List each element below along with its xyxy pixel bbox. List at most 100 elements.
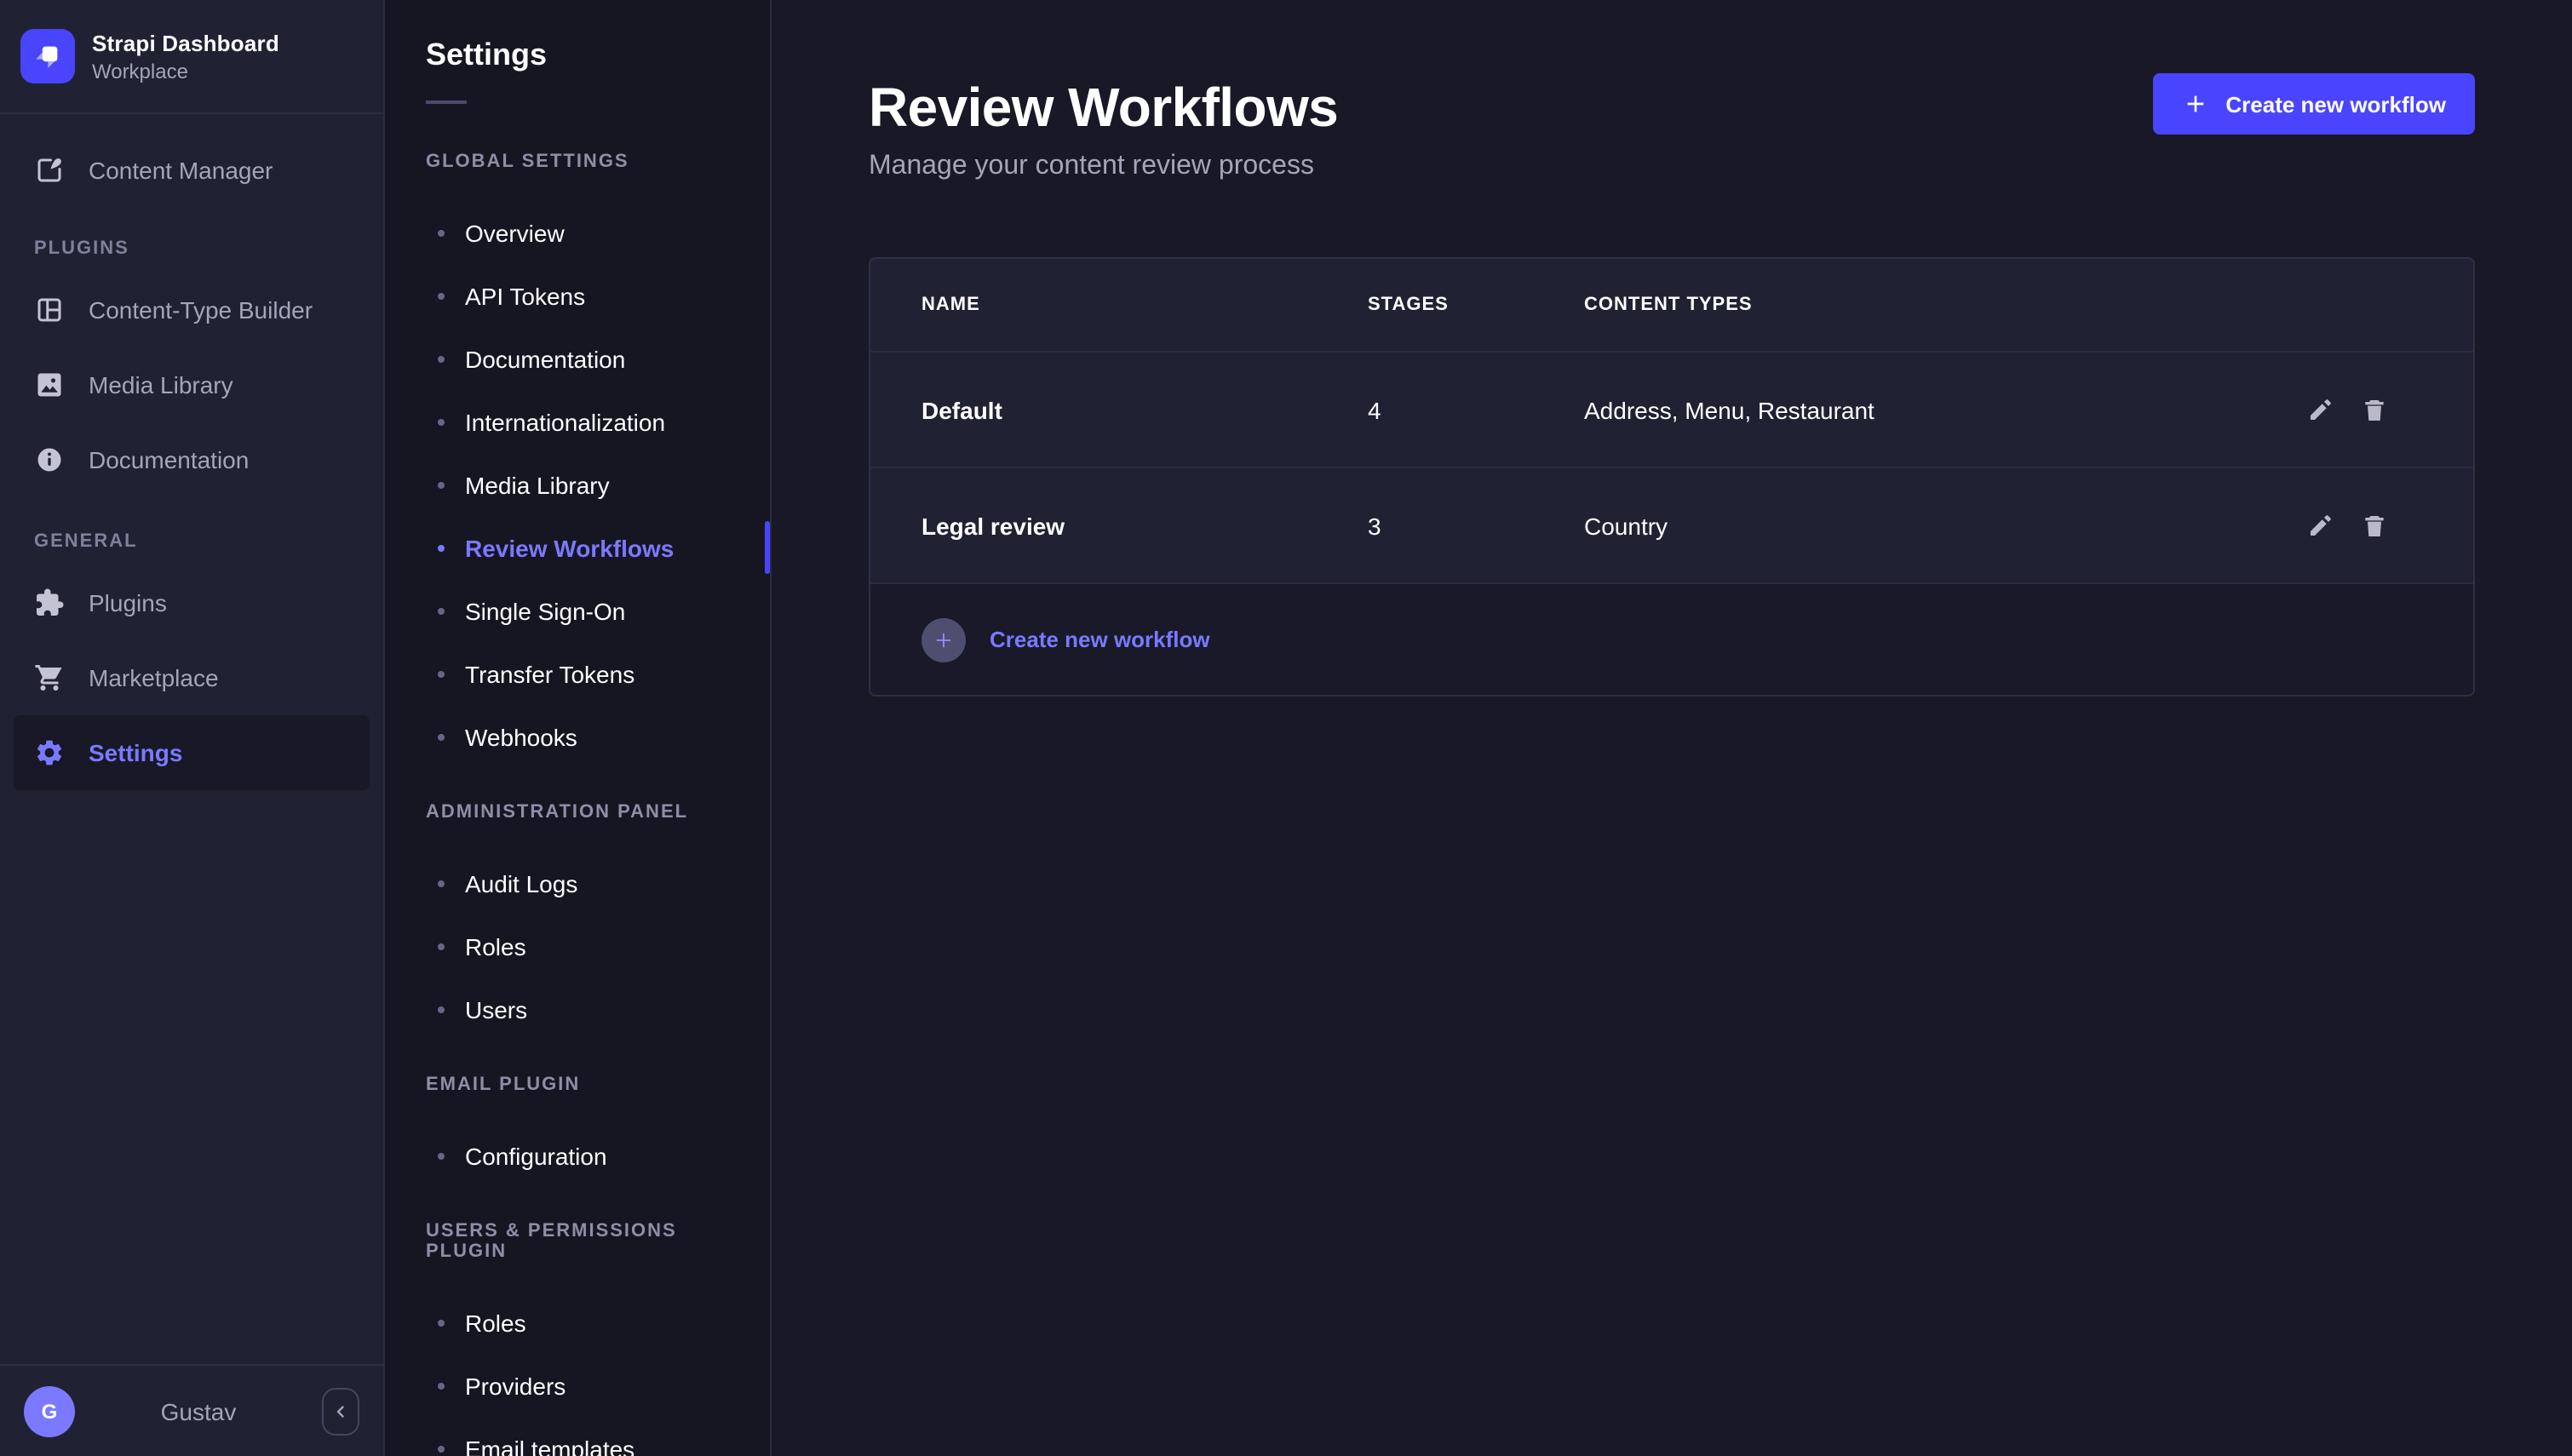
subnav-section-users-permissions-plugin: USERS & PERMISSIONS PLUGIN [385, 1221, 770, 1262]
bullet-icon [438, 1445, 445, 1452]
sidebar-item-settings[interactable]: Settings [14, 715, 370, 790]
bullet-icon [438, 607, 445, 614]
subnav-item-roles[interactable]: Roles [385, 914, 770, 977]
subnav-item-up-roles[interactable]: Roles [385, 1291, 770, 1354]
workflow-stages: 4 [1368, 396, 1584, 423]
collapse-sidebar-button[interactable] [322, 1387, 359, 1435]
main-content: Review Workflows Manage your content rev… [772, 0, 2572, 1456]
puzzle-icon [34, 588, 65, 618]
brand-subtitle: Workplace [92, 59, 279, 83]
table-row[interactable]: Legal review 3 Country [870, 467, 2473, 582]
pencil-icon [2306, 512, 2334, 539]
subnav-item-email-templates[interactable]: Email templates [385, 1417, 770, 1456]
sidebar-item-label: Marketplace [89, 664, 219, 691]
bullet-icon [438, 670, 445, 677]
bullet-icon [438, 292, 445, 299]
workflows-table: NAME STAGES CONTENT TYPES Default 4 Addr… [869, 257, 2475, 696]
strapi-logo-icon [20, 29, 75, 83]
subnav-item-media-library[interactable]: Media Library [385, 453, 770, 516]
avatar: G [24, 1385, 75, 1436]
sidebar-item-content-type-builder[interactable]: Content-Type Builder [14, 272, 370, 347]
subnav-item-internationalization[interactable]: Internationalization [385, 390, 770, 453]
subnav-divider [426, 100, 467, 104]
subnav-item-api-tokens[interactable]: API Tokens [385, 264, 770, 327]
table-row[interactable]: Default 4 Address, Menu, Restaurant [870, 351, 2473, 467]
delete-workflow-button[interactable] [2361, 396, 2388, 423]
bullet-icon [438, 355, 445, 362]
page-subtitle: Manage your content review process [869, 150, 2475, 184]
app-window: Strapi Dashboard Workplace Content Manag… [0, 0, 2572, 1456]
column-header-name: NAME [921, 295, 1368, 315]
bullet-icon [438, 1319, 445, 1326]
column-header-content-types: CONTENT TYPES [1584, 295, 2235, 315]
subnav-item-providers[interactable]: Providers [385, 1354, 770, 1417]
layout-icon [34, 295, 65, 325]
subnav-item-transfer-tokens[interactable]: Transfer Tokens [385, 642, 770, 705]
subnav-section-email-plugin: EMAIL PLUGIN [385, 1075, 770, 1095]
user-name: Gustav [89, 1397, 308, 1424]
brand: Strapi Dashboard Workplace [0, 0, 383, 114]
pencil-icon [2306, 396, 2334, 423]
edit-workflow-button[interactable] [2306, 512, 2334, 539]
sidebar-item-documentation[interactable]: Documentation [14, 422, 370, 497]
sidebar-item-media-library[interactable]: Media Library [14, 347, 370, 422]
create-workflow-button[interactable]: Create new workflow [2152, 73, 2475, 135]
workflow-content-types: Address, Menu, Restaurant [1584, 396, 2235, 423]
subnav-title: Settings [426, 37, 729, 73]
sidebar-item-label: Settings [89, 739, 182, 766]
bullet-icon [438, 544, 445, 551]
edit-square-icon [34, 155, 65, 186]
workflow-name: Default [921, 396, 1368, 423]
subnav-item-overview[interactable]: Overview [385, 201, 770, 264]
subnav-section-administration-panel: ADMINISTRATION PANEL [385, 802, 770, 823]
subnav-item-documentation[interactable]: Documentation [385, 327, 770, 390]
sidebar-item-label: Media Library [89, 371, 233, 398]
sidebar-item-plugins[interactable]: Plugins [14, 565, 370, 640]
delete-workflow-button[interactable] [2361, 512, 2388, 539]
column-header-stages: STAGES [1368, 295, 1584, 315]
bullet-icon [438, 1382, 445, 1389]
subnav-item-webhooks[interactable]: Webhooks [385, 705, 770, 768]
sidebar-item-label: Documentation [89, 446, 249, 473]
subnav-item-configuration[interactable]: Configuration [385, 1124, 770, 1187]
trash-icon [2361, 512, 2388, 539]
sidebar-item-marketplace[interactable]: Marketplace [14, 640, 370, 715]
subnav-item-audit-logs[interactable]: Audit Logs [385, 851, 770, 914]
bullet-icon [438, 1152, 445, 1159]
sidebar-item-label: Content Manager [89, 157, 273, 184]
subnav-item-review-workflows[interactable]: Review Workflows [385, 516, 770, 579]
sidebar-section-plugins: PLUGINS [0, 238, 383, 259]
bullet-icon [438, 880, 445, 886]
info-circle-icon [34, 444, 65, 475]
edit-workflow-button[interactable] [2306, 396, 2334, 423]
bullet-icon [438, 229, 445, 236]
sidebar-item-content-manager[interactable]: Content Manager [14, 133, 370, 208]
settings-subnav: Settings GLOBAL SETTINGS Overview API To… [385, 0, 772, 1456]
subnav-item-users[interactable]: Users [385, 977, 770, 1040]
table-header-row: NAME STAGES CONTENT TYPES [870, 259, 2473, 351]
table-footer-create-workflow[interactable]: Create new workflow [870, 582, 2473, 695]
chevron-left-icon [330, 1401, 351, 1421]
gear-icon [34, 737, 65, 768]
subnav-item-single-sign-on[interactable]: Single Sign-On [385, 579, 770, 642]
user-row[interactable]: G Gustav [0, 1364, 383, 1456]
brand-title: Strapi Dashboard [92, 30, 279, 55]
plus-icon [2181, 90, 2208, 118]
bullet-icon [438, 1006, 445, 1012]
workflow-name: Legal review [921, 512, 1368, 539]
sidebar-item-label: Content-Type Builder [89, 296, 313, 324]
bullet-icon [438, 733, 445, 740]
workflow-stages: 3 [1368, 512, 1584, 539]
main-sidebar: Strapi Dashboard Workplace Content Manag… [0, 0, 385, 1456]
bullet-icon [438, 481, 445, 488]
image-icon [34, 370, 65, 400]
trash-icon [2361, 396, 2388, 423]
sidebar-item-label: Plugins [89, 589, 167, 616]
bullet-icon [438, 418, 445, 425]
bullet-icon [438, 943, 445, 949]
subnav-section-global-settings: GLOBAL SETTINGS [385, 152, 770, 172]
cart-icon [34, 662, 65, 693]
plus-circle-icon [921, 617, 966, 662]
footer-create-label: Create new workflow [990, 627, 1210, 652]
workflow-content-types: Country [1584, 512, 2235, 539]
